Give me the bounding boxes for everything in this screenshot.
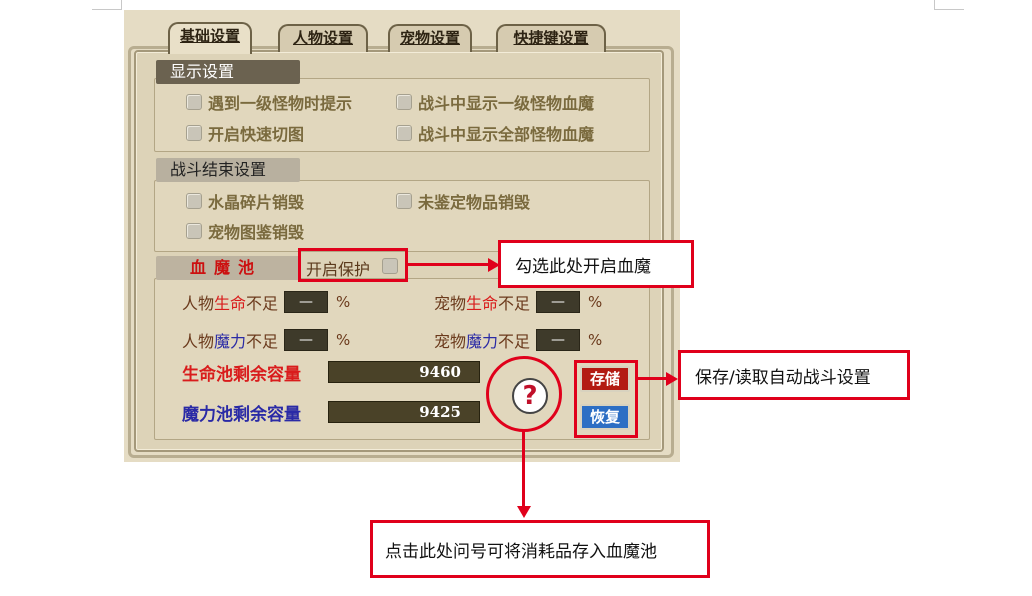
option-fast-map-switch[interactable]: 开启快速切图 bbox=[186, 122, 304, 144]
label-suffix: 不足 bbox=[246, 332, 279, 351]
checkbox[interactable] bbox=[396, 94, 412, 110]
percent-unit: % bbox=[588, 331, 603, 349]
checkbox[interactable] bbox=[396, 193, 412, 209]
hp-pool-remaining: 生命池剩余容量 9460 bbox=[182, 360, 480, 385]
protect-arrow-line bbox=[406, 263, 492, 266]
tab-pet-settings[interactable]: 宠物设置 bbox=[388, 24, 472, 52]
percent-unit: % bbox=[336, 331, 351, 349]
option-destroy-unidentified-items[interactable]: 未鉴定物品销毁 bbox=[396, 190, 530, 212]
display-settings-header: 显示设置 bbox=[156, 60, 300, 84]
option-show-low-level-monster-hp[interactable]: 战斗中显示一级怪物血魔 bbox=[396, 91, 594, 113]
option-label: 未鉴定物品销毁 bbox=[418, 193, 531, 212]
option-low-level-monster-alert[interactable]: 遇到一级怪物时提示 bbox=[186, 91, 352, 113]
option-show-all-monster-hp[interactable]: 战斗中显示全部怪物血魔 bbox=[396, 122, 594, 144]
save-arrow-head bbox=[666, 372, 678, 386]
threshold-input[interactable]: — bbox=[284, 329, 329, 351]
threshold-input[interactable]: — bbox=[284, 291, 329, 313]
option-label: 遇到一级怪物时提示 bbox=[208, 94, 353, 113]
option-label: 战斗中显示一级怪物血魔 bbox=[418, 94, 595, 113]
label-prefix: 宠物 bbox=[434, 294, 467, 313]
protect-callout: 勾选此处开启血魔 bbox=[498, 240, 694, 288]
hp-pool-value: 9460 bbox=[328, 361, 480, 383]
document-page: 基础设置 人物设置 宠物设置 快捷键设置 显示设置 遇到一级怪物时提示 战斗中显… bbox=[0, 0, 1032, 596]
label-highlight: 魔力 bbox=[466, 332, 499, 351]
label-suffix: 不足 bbox=[498, 294, 531, 313]
checkbox[interactable] bbox=[186, 125, 202, 141]
protect-callout-text: 勾选此处开启血魔 bbox=[515, 256, 651, 277]
hp-pool-label: 生命池剩余容量 bbox=[182, 364, 301, 385]
threshold-input[interactable]: — bbox=[536, 329, 581, 351]
option-label: 宠物图鉴销毁 bbox=[208, 223, 305, 242]
percent-unit: % bbox=[336, 293, 351, 311]
protect-highlight-box bbox=[298, 248, 408, 282]
save-callout: 保存/读取自动战斗设置 bbox=[678, 350, 910, 400]
character-mp-threshold: 人物 魔力 不足 — % bbox=[182, 328, 350, 352]
checkbox[interactable] bbox=[186, 94, 202, 110]
threshold-input[interactable]: — bbox=[536, 291, 581, 313]
option-destroy-pet-cards[interactable]: 宠物图鉴销毁 bbox=[186, 220, 304, 242]
save-arrow-line bbox=[636, 377, 668, 380]
label-prefix: 宠物 bbox=[434, 332, 467, 351]
label-suffix: 不足 bbox=[498, 332, 531, 351]
label-suffix: 不足 bbox=[246, 294, 279, 313]
option-destroy-crystal-shards[interactable]: 水晶碎片销毁 bbox=[186, 190, 304, 212]
option-label: 水晶碎片销毁 bbox=[208, 193, 305, 212]
percent-unit: % bbox=[588, 293, 603, 311]
pool-header: 血魔池 bbox=[156, 256, 300, 280]
save-callout-text: 保存/读取自动战斗设置 bbox=[695, 367, 871, 388]
save-restore-highlight-box bbox=[574, 360, 638, 438]
tab-character-settings[interactable]: 人物设置 bbox=[278, 24, 368, 52]
label-highlight: 魔力 bbox=[214, 332, 247, 351]
mp-pool-label: 魔力池剩余容量 bbox=[182, 404, 301, 425]
help-arrow-line bbox=[522, 430, 525, 508]
help-callout-text: 点击此处问号可将消耗品存入血魔池 bbox=[385, 541, 657, 562]
help-arrow-head bbox=[517, 506, 531, 518]
label-highlight: 生命 bbox=[466, 294, 499, 313]
help-callout: 点击此处问号可将消耗品存入血魔池 bbox=[370, 520, 710, 578]
option-label: 开启快速切图 bbox=[208, 125, 305, 144]
character-hp-threshold: 人物 生命 不足 — % bbox=[182, 290, 350, 314]
help-highlight-circle bbox=[486, 356, 562, 432]
checkbox[interactable] bbox=[186, 223, 202, 239]
battle-end-settings-header: 战斗结束设置 bbox=[156, 158, 300, 182]
mp-pool-remaining: 魔力池剩余容量 9425 bbox=[182, 400, 480, 425]
label-highlight: 生命 bbox=[214, 294, 247, 313]
checkbox[interactable] bbox=[186, 193, 202, 209]
tab-basic-settings[interactable]: 基础设置 bbox=[168, 22, 252, 54]
tab-hotkey-settings[interactable]: 快捷键设置 bbox=[496, 24, 606, 52]
checkbox[interactable] bbox=[396, 125, 412, 141]
mp-pool-value: 9425 bbox=[328, 401, 480, 423]
page-corner-mark-right bbox=[934, 0, 964, 10]
page-corner-mark-left bbox=[92, 0, 122, 10]
label-prefix: 人物 bbox=[182, 294, 215, 313]
label-prefix: 人物 bbox=[182, 332, 215, 351]
pet-mp-threshold: 宠物 魔力 不足 — % bbox=[434, 328, 602, 352]
option-label: 战斗中显示全部怪物血魔 bbox=[418, 125, 595, 144]
pet-hp-threshold: 宠物 生命 不足 — % bbox=[434, 290, 602, 314]
